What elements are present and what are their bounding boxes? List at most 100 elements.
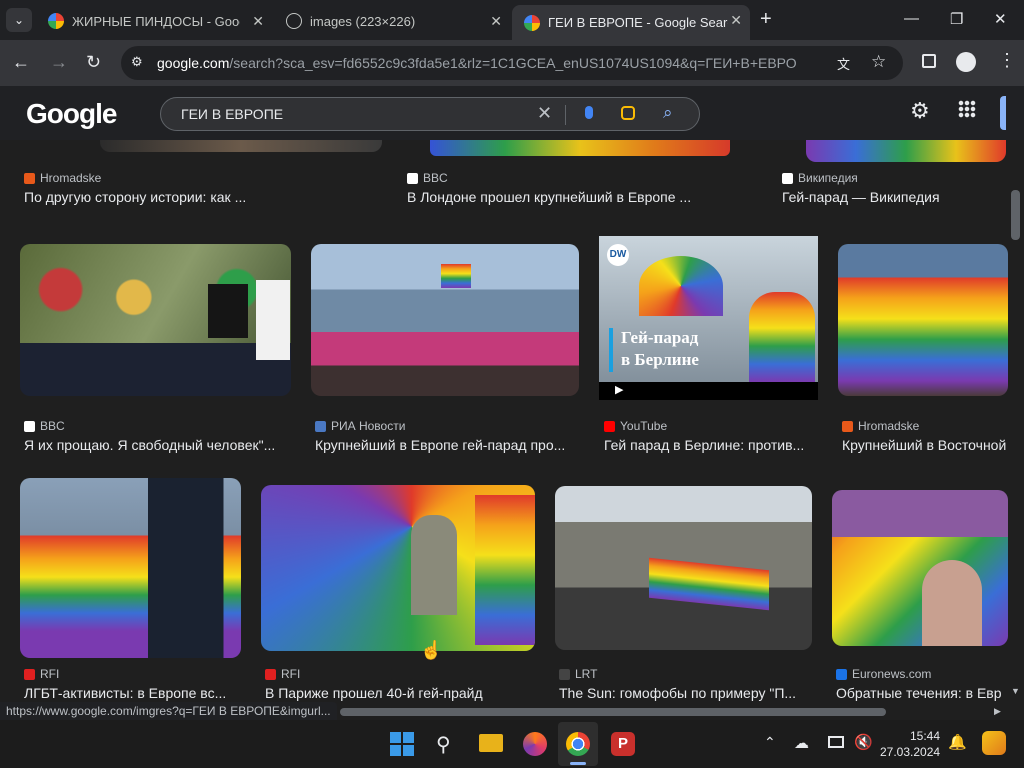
firefox-icon[interactable] <box>523 732 547 756</box>
forward-arrow-icon[interactable]: → <box>50 52 68 73</box>
site-info-icon[interactable]: ⚙ <box>131 54 143 70</box>
result-image[interactable] <box>311 244 579 396</box>
result-caption[interactable]: Крупнейший в Восточной <box>842 437 1008 453</box>
display-icon[interactable] <box>828 736 844 748</box>
sign-placard <box>208 284 248 338</box>
globe-icon <box>286 13 302 29</box>
minimize-icon[interactable]: — <box>904 10 919 27</box>
result-image[interactable] <box>838 244 1008 396</box>
pdf-reader-icon[interactable]: P <box>611 732 635 756</box>
network-cloud-icon[interactable]: ☁ <box>794 734 809 752</box>
chevron-down-icon: ⌄ <box>13 13 25 27</box>
source-label[interactable]: RFI <box>24 667 59 681</box>
windows-start-icon[interactable] <box>390 732 414 756</box>
source-label[interactable]: YouTube <box>604 419 667 433</box>
close-icon[interactable]: ✕ <box>252 13 264 30</box>
notification-bell-icon[interactable]: 🔔 <box>948 733 967 751</box>
source-label[interactable]: Hromadske <box>842 419 919 433</box>
result-caption[interactable]: Обратные течения: в Евр <box>836 685 1008 701</box>
microphone-icon[interactable] <box>585 106 593 119</box>
rainbow-flag <box>441 264 471 288</box>
horizontal-scrollbar-thumb[interactable] <box>340 708 886 716</box>
result-caption[interactable]: По другую сторону истории: как ... <box>24 189 374 205</box>
sign-in-edge[interactable] <box>1000 96 1006 130</box>
apps-grid-icon[interactable] <box>958 100 976 118</box>
result-image[interactable] <box>20 478 241 658</box>
chrome-icon <box>566 732 590 756</box>
translate-icon[interactable]: 文 <box>837 54 850 73</box>
result-image[interactable] <box>832 490 1008 646</box>
new-tab-icon[interactable]: + <box>760 8 772 31</box>
bookmark-star-icon[interactable]: ☆ <box>871 52 886 72</box>
divider <box>565 105 566 125</box>
scroll-right-arrow-icon[interactable]: ▶ <box>994 706 1001 717</box>
result-image[interactable] <box>430 140 730 156</box>
source-label[interactable]: RFI <box>265 667 300 681</box>
video-bottom-bar <box>599 382 818 400</box>
result-caption[interactable]: Гей-парад — Википедия <box>782 189 1008 205</box>
result-caption[interactable]: В Париже прошел 40-й гей-прайд <box>265 685 535 701</box>
play-icon[interactable]: ▶ <box>615 383 623 396</box>
result-video-thumbnail[interactable]: DW Гей-парад в Берлине ▶ <box>599 236 818 400</box>
video-overlay-bar <box>609 328 613 372</box>
google-g-icon <box>524 14 540 31</box>
result-caption[interactable]: В Лондоне прошел крупнейший в Европе ... <box>407 189 757 205</box>
person-face <box>922 560 982 646</box>
tab-title: ГЕИ В ЕВРОПЕ - Google Search <box>548 15 728 30</box>
source-label[interactable]: Википедия <box>782 171 858 185</box>
speaker-muted-icon[interactable]: 🔇 <box>854 733 873 751</box>
chrome-taskbar-button[interactable] <box>558 722 598 766</box>
tab-bar: ⌄ ЖИРНЫЕ ПИНДОСЫ - Google ✕ images (223×… <box>0 0 1024 40</box>
tab-1[interactable]: ЖИРНЫЕ ПИНДОСЫ - Google ✕ <box>36 6 272 36</box>
result-image[interactable] <box>261 485 535 651</box>
site-favicon-icon <box>842 420 853 432</box>
rainbow-flag <box>475 495 535 645</box>
vertical-scrollbar-thumb[interactable] <box>1011 190 1020 240</box>
google-logo[interactable]: Google <box>26 98 117 130</box>
result-image[interactable] <box>20 244 291 396</box>
image-results: Hromadske По другую сторону истории: как… <box>0 140 1008 704</box>
result-caption[interactable]: The Sun: гомофобы по примеру "П... <box>559 685 809 701</box>
reload-icon[interactable]: ↻ <box>86 52 101 73</box>
source-label[interactable]: BBC <box>24 419 65 433</box>
tab-2[interactable]: images (223×226) ✕ <box>274 6 510 36</box>
tab-3-active[interactable]: ГЕИ В ЕВРОПЕ - Google Search ✕ <box>512 5 750 40</box>
close-icon[interactable]: ✕ <box>730 12 742 29</box>
restore-icon[interactable]: ❐ <box>950 10 963 28</box>
scroll-down-arrow-icon[interactable]: ▼ <box>1011 686 1020 696</box>
result-caption[interactable]: Гей парад в Берлине: против... <box>604 437 824 453</box>
menu-dots-icon[interactable]: ⋮ <box>998 50 1016 71</box>
settings-gear-icon[interactable]: ⚙ <box>910 98 930 124</box>
source-label[interactable]: BBC <box>407 171 448 185</box>
result-image[interactable] <box>806 140 1006 162</box>
file-explorer-icon[interactable] <box>479 734 503 752</box>
result-image[interactable] <box>555 486 812 650</box>
address-bar[interactable]: ⚙ google.com/search?sca_esv=fd6552c9c3fd… <box>121 46 903 80</box>
source-label[interactable]: Euronews.com <box>836 667 931 681</box>
result-caption[interactable]: Я их прощаю. Я свободный человек"... <box>24 437 294 453</box>
search-icon[interactable]: ⌕ <box>663 103 673 123</box>
result-image[interactable] <box>100 140 382 152</box>
source-label[interactable]: РИА Новости <box>315 419 405 433</box>
source-label[interactable]: LRT <box>559 667 597 681</box>
video-overlay-line2: в Берлине <box>621 350 699 369</box>
clock[interactable]: 15:44 27.03.2024 <box>880 728 940 760</box>
side-panel-icon[interactable] <box>922 54 936 68</box>
result-caption[interactable]: Крупнейший в Европе гей-парад про... <box>315 437 581 453</box>
close-icon[interactable]: ✕ <box>490 13 502 30</box>
search-input[interactable]: ГЕИ В ЕВРОПЕ <box>181 106 283 122</box>
lens-icon[interactable] <box>621 106 635 120</box>
person-rainbow-shirt <box>749 292 815 382</box>
source-label[interactable]: Hromadske <box>24 171 101 185</box>
search-icon[interactable]: ⚲ <box>436 732 460 756</box>
copilot-icon[interactable] <box>982 731 1006 755</box>
back-arrow-icon[interactable]: ← <box>12 52 30 73</box>
result-caption[interactable]: ЛГБТ-активисты: в Европе вс... <box>24 685 246 701</box>
tab-search-button[interactable]: ⌄ <box>6 8 32 32</box>
search-box[interactable]: ГЕИ В ЕВРОПЕ ✕ ⌕ <box>160 97 700 131</box>
close-window-icon[interactable]: ✕ <box>994 10 1007 28</box>
clear-icon[interactable]: ✕ <box>537 103 552 124</box>
chevron-up-icon[interactable]: ⌃ <box>764 734 776 751</box>
tab-title: ЖИРНЫЕ ПИНДОСЫ - Google <box>72 13 240 29</box>
profile-icon[interactable] <box>956 52 976 72</box>
